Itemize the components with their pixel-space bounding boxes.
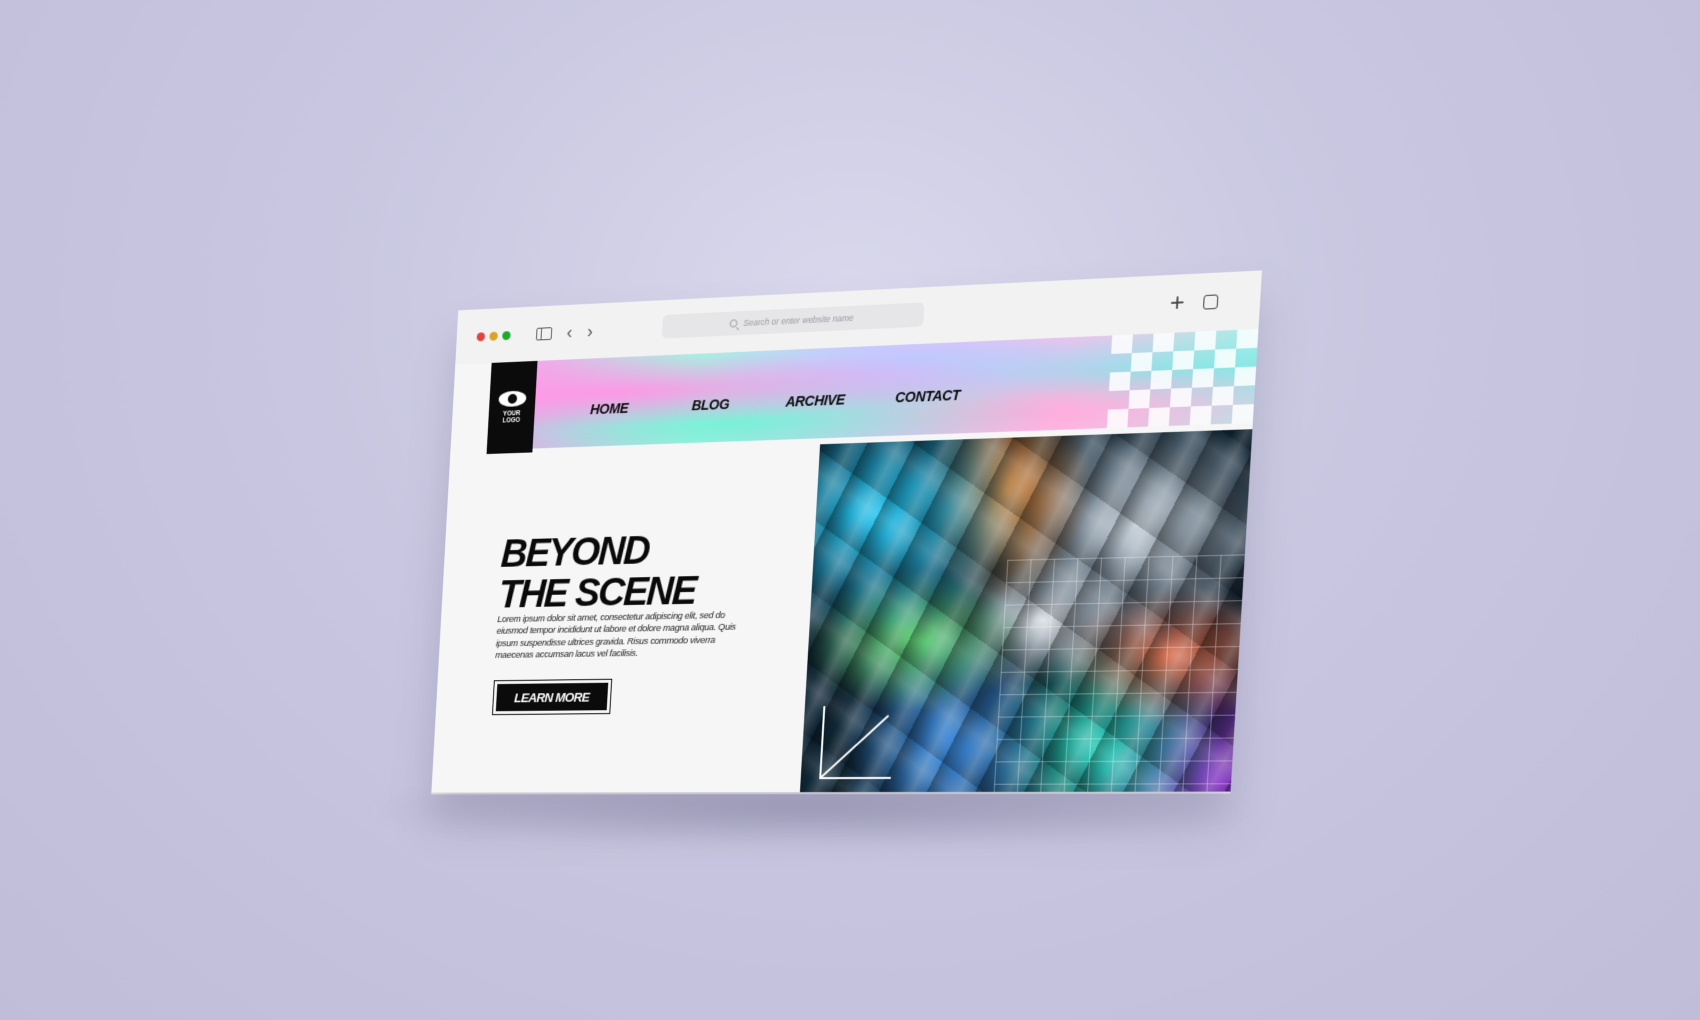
tabs-icon[interactable] [1198,290,1222,314]
sidebar-icon[interactable] [533,322,555,344]
mockup-stage: ‹ › Search or enter website name + YOUR … [0,0,1700,1020]
learn-more-label: LEARN MORE [496,683,608,711]
eye-icon [498,390,526,407]
address-bar[interactable]: Search or enter website name [662,302,925,338]
learn-more-button[interactable]: LEARN MORE [492,679,612,715]
hero-body-text: Lorem ipsum dolor sit amet, consectetur … [495,609,751,662]
search-icon [730,319,738,327]
close-window-button[interactable] [476,332,485,341]
hero-headline: BEYOND THE SCENE [498,528,699,615]
minimize-window-button[interactable] [489,332,498,341]
nav-contact[interactable]: CONTACT [895,387,961,406]
address-placeholder: Search or enter website name [743,313,854,328]
corner-arrow-icon [816,701,899,782]
plus-icon[interactable]: + [1165,292,1189,316]
holographic-foil-image [799,429,1252,792]
web-page: YOUR LOGO HOME BLOG ARCHIVE CONTACT BEYO… [431,329,1258,793]
headline-line-2: THE SCENE [498,570,697,615]
chevron-right-icon[interactable]: › [579,320,601,343]
browser-window: ‹ › Search or enter website name + YOUR … [431,270,1262,792]
zoom-window-button[interactable] [502,331,511,340]
nav-home[interactable]: HOME [590,400,629,417]
nav-blog[interactable]: BLOG [691,396,729,413]
chevron-left-icon[interactable]: ‹ [559,321,581,343]
headline-line-1: BEYOND [500,528,699,574]
nav-archive[interactable]: ARCHIVE [785,391,845,409]
logo-text: YOUR LOGO [502,410,520,424]
grid-overlay [993,554,1245,792]
checker-pattern [1107,329,1259,428]
site-logo[interactable]: YOUR LOGO [487,361,538,454]
